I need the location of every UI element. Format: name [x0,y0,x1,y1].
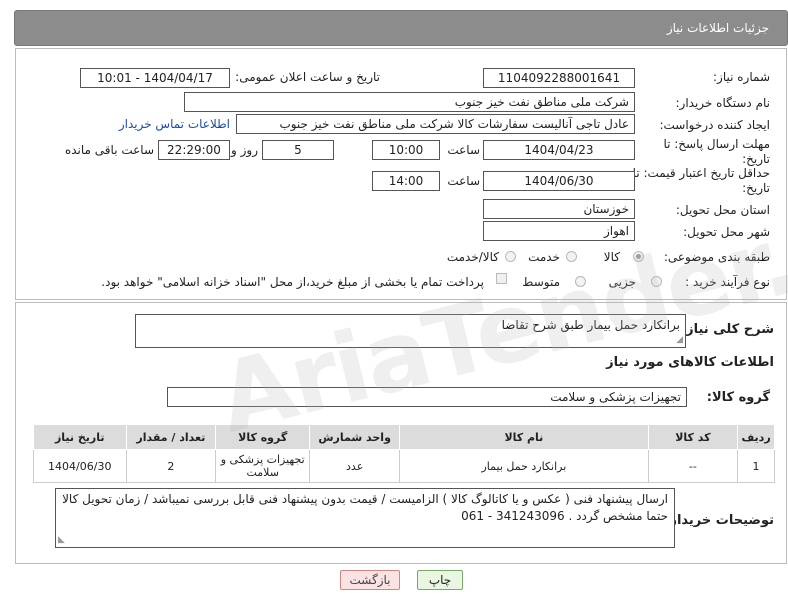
col-quantity: تعداد / مقدار [125,424,217,450]
group-field: تجهیزات پزشکی و سلامت [167,387,687,407]
page-title: جزئیات اطلاعات نیاز [666,21,769,35]
cell-unit: عدد [309,449,401,483]
summary-text: برانکارد حمل بیمار طبق شرح تقاضا [501,318,680,332]
resize-grip-icon[interactable]: ◣ [58,536,65,545]
print-button[interactable]: چاپ [417,570,463,590]
table-row[interactable]: 1 -- برانکارد حمل بیمار عدد تجهیزات پزشک… [33,449,775,483]
buyer-notes-field: ارسال پیشنهاد فنی ( عکس و یا کاتالوگ کال… [55,488,675,548]
province-label: استان محل تحویل: [675,203,770,217]
items-table: ردیف کد کالا نام کالا واحد شمارش گروه کا… [33,424,775,483]
announce-label: تاریخ و ساعت اعلان عمومی: [235,70,380,84]
category-service-radio[interactable] [566,251,577,262]
category-both-radio[interactable] [505,251,516,262]
treasury-payment-note: پرداخت تمام یا بخشی از مبلغ خرید،از محل … [101,275,484,289]
days-field: 5 [262,140,334,160]
need-number-field: 1104092288001641 [483,68,635,88]
cell-row: 1 [737,449,775,483]
buyer-notes-label: توضیحات خریدار: [664,513,774,528]
validity-time-field: 14:00 [372,171,440,191]
col-name: نام کالا [399,424,649,450]
deadline-label: مهلت ارسال پاسخ: تا تاریخ: [663,137,770,166]
cell-name: برانکارد حمل بیمار [399,449,649,483]
province-field: خوزستان [483,199,635,219]
process-minor-label: جزیی [608,275,636,289]
summary-field: برانکارد حمل بیمار طبق شرح تقاضا ◢ [135,314,686,348]
category-both-label: کالا/خدمت [446,250,499,264]
announce-field: 1404/04/17 - 10:01 [80,68,230,88]
category-goods-label: کالا [603,250,620,264]
buyer-org-field: شرکت ملی مناطق نفت خیز جنوب [184,92,635,112]
category-goods-radio[interactable] [633,251,644,262]
validity-label: حداقل تاریخ اعتبار قیمت: تا تاریخ: [632,166,770,195]
back-button[interactable]: بازگشت [340,570,400,590]
table-header-row: ردیف کد کالا نام کالا واحد شمارش گروه کا… [33,424,775,450]
col-code: کد کالا [647,424,739,450]
process-medium-radio[interactable] [575,276,586,287]
validity-time-label: ساعت [447,174,480,188]
resize-grip-icon[interactable]: ◢ [676,336,683,345]
items-heading: اطلاعات کالاهای مورد نیاز [606,355,774,370]
days-label: روز و [231,143,258,157]
remaining-time-field: 22:29:00 [158,140,230,160]
treasury-payment-checkbox[interactable] [496,273,507,284]
city-label: شهر محل تحویل: [683,225,770,239]
deadline-time-label: ساعت [447,143,480,157]
col-unit: واحد شمارش [309,424,401,450]
buyer-notes-text: ارسال پیشنهاد فنی ( عکس و یا کاتالوگ کال… [62,492,668,523]
cell-group: تجهیزات پزشکی و سلامت [215,449,311,483]
category-label: طبقه بندی موضوعی: [663,250,770,264]
process-minor-radio[interactable] [651,276,662,287]
buyer-org-label: نام دستگاه خریدار: [675,96,771,110]
page-header: جزئیات اطلاعات نیاز [14,10,788,46]
category-service-label: خدمت [528,250,560,264]
deadline-date-field: 1404/04/23 [483,140,635,160]
col-row: ردیف [737,424,775,450]
group-label: گروه کالا: [706,390,770,405]
remaining-label: ساعت باقی مانده [64,143,154,157]
cell-need-date: 1404/06/30 [33,449,127,483]
buyer-contact-link[interactable]: اطلاعات تماس خریدار [119,117,230,131]
city-field: اهواز [483,221,635,241]
summary-label: شرح کلی نیاز: [680,322,774,337]
requester-label: ایجاد کننده درخواست: [659,118,770,132]
cell-quantity: 2 [125,449,217,483]
col-need-date: تاریخ نیاز [33,424,127,450]
validity-date-field: 1404/06/30 [483,171,635,191]
cell-code: -- [647,449,739,483]
deadline-time-field: 10:00 [372,140,440,160]
col-group: گروه کالا [215,424,311,450]
requester-field: عادل تاجی آنالیست سفارشات کالا شرکت ملی … [236,114,635,134]
need-number-label: شماره نیاز: [713,70,770,84]
process-medium-label: متوسط [522,275,560,289]
process-label: نوع فرآیند خرید : [685,275,770,289]
